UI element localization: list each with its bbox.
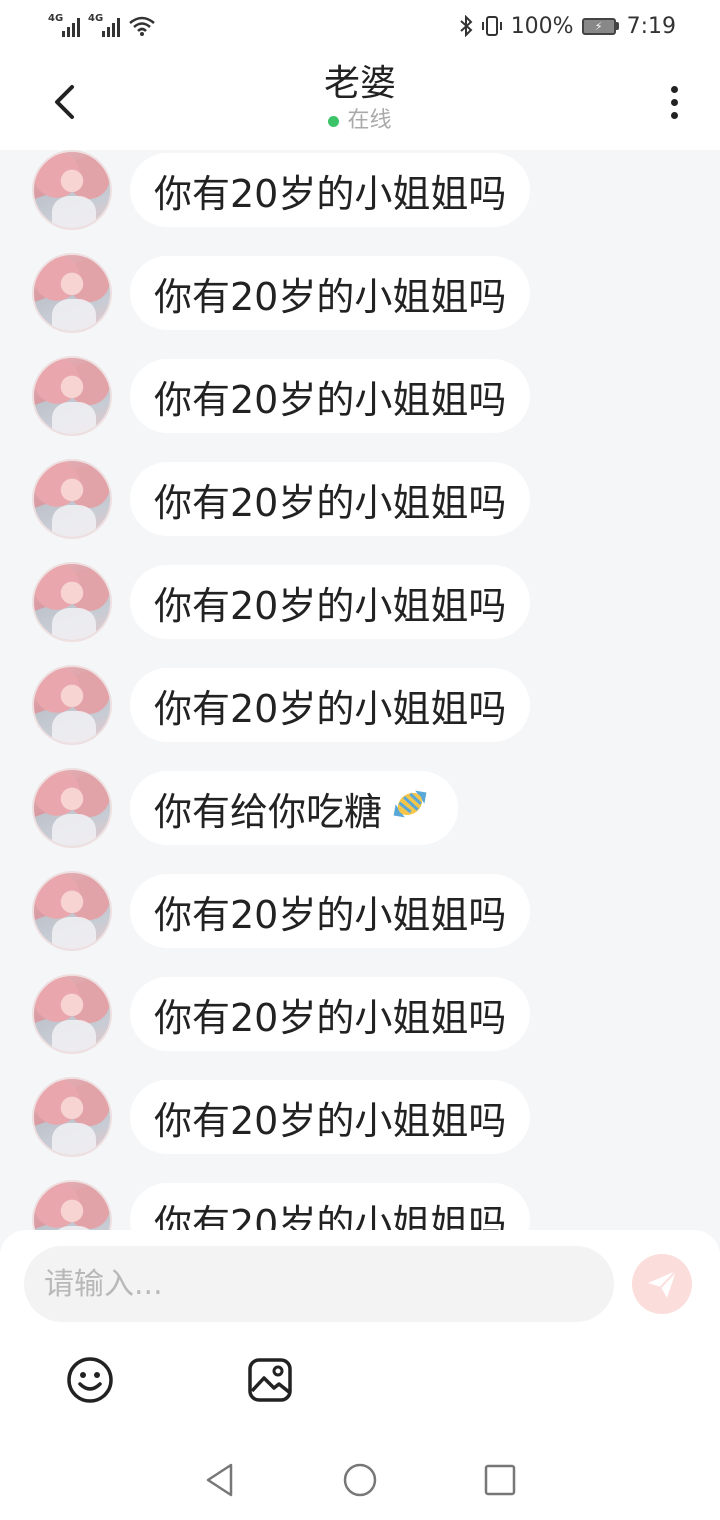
bluetooth-icon — [459, 15, 473, 37]
message-bubble[interactable]: 你有20岁的小姐姐吗 — [130, 1183, 531, 1231]
signal-strength-icon: 4G — [88, 13, 120, 37]
avatar[interactable] — [32, 253, 112, 333]
message-row: 你有20岁的小姐姐吗 — [32, 253, 531, 333]
battery-percent: 100% — [510, 13, 574, 39]
avatar[interactable] — [32, 974, 112, 1054]
wifi-icon — [128, 15, 156, 37]
message-text: 你有20岁的小姐姐吗 — [154, 274, 507, 319]
title-area: 老婆 在线 — [0, 62, 720, 136]
message-bubble[interactable]: 你有20岁的小姐姐吗 — [130, 565, 531, 639]
message-text: 你有20岁的小姐姐吗 — [154, 583, 507, 628]
image-button[interactable] — [242, 1352, 298, 1408]
network-type-label: 4G — [88, 13, 104, 24]
status-bar-right: 100% ⚡ 7:19 — [459, 14, 676, 39]
vibrate-icon — [481, 15, 503, 37]
avatar[interactable] — [32, 562, 112, 642]
message-text: 你有20岁的小姐姐吗 — [154, 995, 507, 1040]
message-row: 你有20岁的小姐姐吗 — [32, 562, 531, 642]
send-button[interactable] — [632, 1254, 692, 1314]
message-list[interactable]: 你有20岁的小姐姐吗 你有20岁的小姐姐吗 你有20岁的小姐姐吗 你有20岁的小… — [0, 150, 720, 1230]
message-bubble[interactable]: 你有给你吃糖 — [130, 771, 459, 845]
network-type-label: 4G — [48, 13, 64, 24]
clock: 7:19 — [626, 13, 676, 39]
triangle-back-icon — [206, 1463, 233, 1497]
contact-name: 老婆 — [323, 63, 396, 104]
message-row: 你有20岁的小姐姐吗 — [32, 356, 531, 436]
message-row: 你有20岁的小姐姐吗 — [32, 871, 531, 951]
avatar[interactable] — [32, 871, 112, 951]
signal-strength-icon: 4G — [48, 13, 80, 37]
message-row: 你有20岁的小姐姐吗 — [32, 150, 531, 230]
message-bubble[interactable]: 你有20岁的小姐姐吗 — [130, 153, 531, 227]
message-row: 你有给你吃糖 — [32, 768, 459, 848]
square-recent-icon — [484, 1464, 516, 1496]
smiley-icon — [67, 1357, 113, 1403]
emoji-button[interactable] — [62, 1352, 118, 1408]
system-nav-bar — [0, 1440, 720, 1520]
message-bubble[interactable]: 你有20岁的小姐姐吗 — [130, 256, 531, 330]
circle-home-icon — [343, 1463, 377, 1497]
avatar[interactable] — [32, 1077, 112, 1157]
status-bar-left: 4G 4G — [48, 13, 156, 37]
online-status: 在线 — [0, 106, 720, 136]
message-row: 你有20岁的小姐姐吗 — [32, 665, 531, 745]
message-text: 你有20岁的小姐姐吗 — [154, 1201, 507, 1231]
message-text: 你有20岁的小姐姐吗 — [154, 480, 507, 525]
message-text: 你有20岁的小姐姐吗 — [154, 686, 507, 731]
chat-header: 老婆 在线 — [0, 52, 720, 150]
message-bubble[interactable]: 你有20岁的小姐姐吗 — [130, 668, 531, 742]
avatar[interactable] — [32, 356, 112, 436]
message-input[interactable] — [24, 1246, 614, 1322]
message-text: 你有20岁的小姐姐吗 — [154, 377, 507, 422]
avatar[interactable] — [32, 150, 112, 230]
nav-home-button[interactable] — [335, 1455, 385, 1505]
candy-icon — [386, 780, 434, 837]
avatar[interactable] — [32, 768, 112, 848]
message-bubble[interactable]: 你有20岁的小姐姐吗 — [130, 1080, 531, 1154]
more-options-button[interactable] — [656, 78, 692, 126]
nav-back-button[interactable] — [195, 1455, 245, 1505]
message-text: 你有20岁的小姐姐吗 — [154, 171, 507, 216]
paper-plane-icon — [648, 1270, 677, 1298]
message-bubble[interactable]: 你有20岁的小姐姐吗 — [130, 874, 531, 948]
message-text: 你有20岁的小姐姐吗 — [154, 892, 507, 937]
nav-recent-button[interactable] — [475, 1455, 525, 1505]
message-text: 你有20岁的小姐姐吗 — [154, 1098, 507, 1143]
online-status-label: 在线 — [347, 108, 392, 133]
more-vertical-icon — [670, 85, 678, 93]
battery-icon: ⚡ — [581, 17, 619, 35]
online-dot-icon — [328, 115, 340, 127]
message-row: 你有20岁的小姐姐吗 — [32, 1077, 531, 1157]
message-bubble[interactable]: 你有20岁的小姐姐吗 — [130, 359, 531, 433]
message-row: 你有20岁的小姐姐吗 — [32, 974, 531, 1054]
message-row: 你有20岁的小姐姐吗 — [32, 1180, 531, 1231]
message-text: 你有给你吃糖 — [154, 789, 383, 834]
avatar[interactable] — [32, 459, 112, 539]
message-bubble[interactable]: 你有20岁的小姐姐吗 — [130, 977, 531, 1051]
image-icon — [248, 1358, 292, 1402]
avatar[interactable] — [32, 1180, 112, 1230]
message-row: 你有20岁的小姐姐吗 — [32, 459, 531, 539]
message-bubble[interactable]: 你有20岁的小姐姐吗 — [130, 462, 531, 536]
status-bar: 4G 4G 100% ⚡ 7:19 — [0, 0, 720, 52]
avatar[interactable] — [32, 665, 112, 745]
message-composer — [0, 1230, 720, 1440]
